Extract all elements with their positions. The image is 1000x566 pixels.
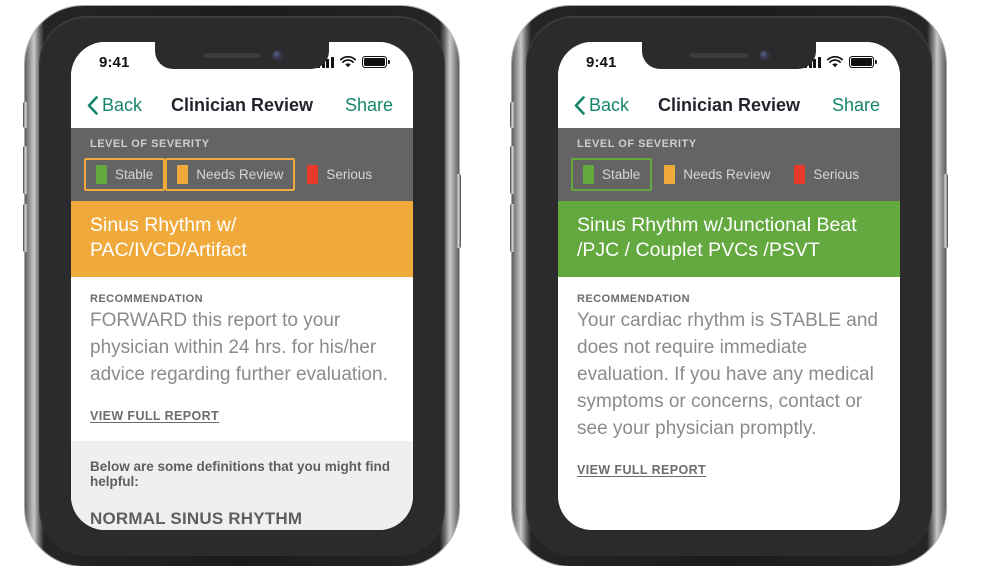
severity-swatch-stable-icon bbox=[96, 165, 107, 184]
navigation-bar: Back Clinician Review Share bbox=[558, 82, 900, 128]
severity-legend: LEVEL OF SEVERITY Stable Needs Review Se… bbox=[71, 128, 413, 201]
status-bar-clock: 9:41 bbox=[586, 53, 617, 71]
phone-bezel: 9:41 Back Clinician Review Share LEVEL O… bbox=[39, 16, 445, 556]
share-button[interactable]: Share bbox=[345, 95, 393, 116]
severity-chip-label: Stable bbox=[115, 167, 154, 182]
navigation-bar: Back Clinician Review Share bbox=[71, 82, 413, 128]
severity-legend-heading: LEVEL OF SEVERITY bbox=[90, 138, 210, 150]
severity-chip-serious[interactable]: Serious bbox=[782, 158, 871, 191]
device-notch bbox=[155, 42, 329, 69]
front-camera-icon bbox=[272, 51, 282, 60]
back-button-label: Back bbox=[589, 94, 630, 115]
severity-swatch-needs-review-icon bbox=[177, 165, 189, 184]
view-full-report-link[interactable]: VIEW FULL REPORT bbox=[90, 409, 219, 423]
status-bar-icons bbox=[804, 56, 877, 68]
phone-screen-needs-review: 9:41 Back Clinician Review Share LEVEL O… bbox=[71, 42, 413, 530]
power-button[interactable] bbox=[943, 174, 948, 248]
recommendation-kicker: RECOMMENDATION bbox=[577, 292, 691, 305]
severity-chip-label: Stable bbox=[602, 167, 641, 182]
severity-chip-needs-review[interactable]: Stable bbox=[84, 158, 166, 191]
severity-chip-serious[interactable]: Serious bbox=[295, 158, 384, 191]
phone-screen-stable: 9:41 Back Clinician Review Share LEVEL O… bbox=[558, 42, 900, 530]
back-button-label: Back bbox=[102, 94, 143, 115]
severity-chip-label: Needs Review bbox=[683, 167, 771, 182]
rhythm-result-banner: Sinus Rhythm w/ PAC/IVCD/Artifact bbox=[71, 201, 413, 277]
recommendation-text: Your cardiac rhythm is STABLE and does n… bbox=[577, 309, 878, 439]
front-camera-icon bbox=[759, 51, 769, 60]
severity-chip-selected-stable[interactable]: Stable bbox=[571, 158, 653, 191]
phone-bezel: 9:41 Back Clinician Review Share LEVEL O… bbox=[526, 16, 932, 556]
definition-term: NORMAL SINUS RHYTHM bbox=[90, 508, 303, 528]
severity-swatch-needs-review-icon bbox=[664, 165, 676, 184]
back-button[interactable]: Back bbox=[87, 95, 142, 116]
battery-full-icon bbox=[849, 56, 877, 68]
share-button[interactable]: Share bbox=[832, 95, 880, 116]
volume-down-button[interactable] bbox=[510, 204, 515, 252]
chevron-left-icon bbox=[574, 95, 585, 115]
recommendation-card: RECOMMENDATION FORWARD this report to yo… bbox=[71, 276, 413, 441]
severity-legend: LEVEL OF SEVERITY Stable Needs Review Se… bbox=[558, 128, 900, 201]
volume-down-button[interactable] bbox=[23, 204, 28, 252]
earpiece-speaker-icon bbox=[689, 53, 748, 58]
severity-chip-label: Serious bbox=[813, 167, 860, 182]
view-full-report-link[interactable]: VIEW FULL REPORT bbox=[577, 463, 706, 477]
mute-switch-button[interactable] bbox=[510, 102, 515, 128]
status-bar-icons bbox=[317, 56, 390, 68]
recommendation-kicker: RECOMMENDATION bbox=[90, 292, 204, 305]
chevron-left-icon bbox=[87, 95, 98, 115]
severity-chip-needs-review[interactable]: Needs Review bbox=[652, 158, 782, 191]
phone-device-needs-review: 9:41 Back Clinician Review Share LEVEL O… bbox=[23, 6, 461, 566]
severity-chip-list: Stable Needs Review Serious bbox=[558, 158, 900, 191]
power-button[interactable] bbox=[456, 174, 461, 248]
status-bar-clock: 9:41 bbox=[99, 53, 130, 71]
rhythm-result-banner: Sinus Rhythm w/Junctional Beat /PJC / Co… bbox=[558, 201, 900, 277]
wifi-icon bbox=[827, 56, 843, 68]
mute-switch-button[interactable] bbox=[23, 102, 28, 128]
recommendation-text: FORWARD this report to your physician wi… bbox=[90, 309, 388, 385]
severity-legend-heading: LEVEL OF SEVERITY bbox=[577, 138, 697, 150]
wifi-icon bbox=[340, 56, 356, 68]
device-notch bbox=[642, 42, 816, 69]
volume-up-button[interactable] bbox=[510, 146, 515, 194]
earpiece-speaker-icon bbox=[202, 53, 261, 58]
severity-swatch-stable-icon bbox=[583, 165, 594, 184]
severity-chip-list: Stable Needs Review Serious bbox=[71, 158, 413, 191]
severity-swatch-serious-icon bbox=[794, 165, 806, 184]
volume-up-button[interactable] bbox=[23, 146, 28, 194]
battery-full-icon bbox=[362, 56, 390, 68]
phone-device-stable: 9:41 Back Clinician Review Share LEVEL O… bbox=[510, 6, 948, 566]
severity-chip-label: Needs Review bbox=[196, 167, 284, 182]
back-button[interactable]: Back bbox=[574, 95, 629, 116]
severity-chip-selected-needs-review[interactable]: Needs Review bbox=[165, 158, 296, 191]
recommendation-card: RECOMMENDATION Your cardiac rhythm is ST… bbox=[558, 276, 900, 495]
severity-chip-label: Serious bbox=[326, 167, 373, 182]
definitions-section: Below are some definitions that you migh… bbox=[71, 440, 413, 530]
definitions-intro: Below are some definitions that you migh… bbox=[90, 458, 391, 489]
severity-swatch-serious-icon bbox=[307, 165, 319, 184]
